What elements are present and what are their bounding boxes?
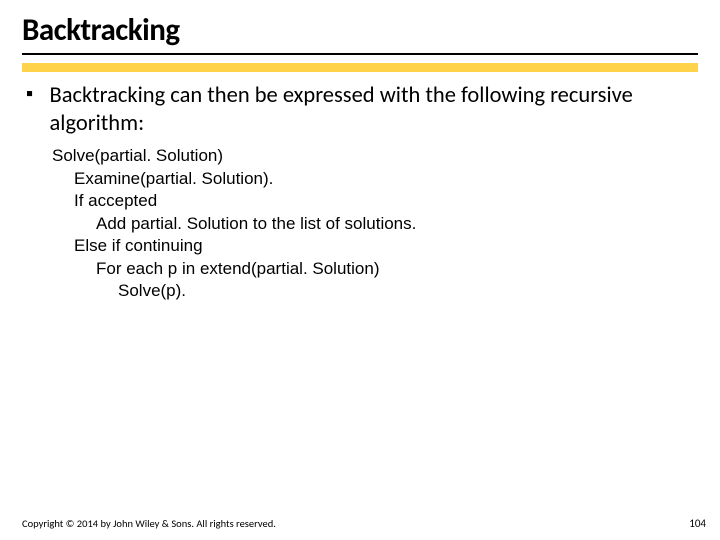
code-line: For each p in extend(partial. Solution): [52, 258, 698, 280]
bullet-square-icon: ▪: [26, 82, 36, 106]
code-line: Add partial. Solution to the list of sol…: [52, 213, 698, 235]
bullet-item: ▪ Backtracking can then be expressed wit…: [22, 82, 698, 137]
code-line: Solve(partial. Solution): [52, 145, 698, 167]
bullet-text: Backtracking can then be expressed with …: [50, 82, 699, 137]
title-underline: [22, 53, 698, 63]
slide-title: Backtracking: [22, 14, 698, 47]
code-line: Solve(p).: [52, 280, 698, 302]
slide: Backtracking ▪ Backtracking can then be …: [0, 0, 720, 540]
pseudocode-block: Solve(partial. Solution) Examine(partial…: [52, 145, 698, 302]
copyright-text: Copyright © 2014 by John Wiley & Sons. A…: [22, 517, 276, 530]
slide-body: ▪ Backtracking can then be expressed wit…: [22, 72, 698, 302]
page-number: 104: [689, 517, 706, 530]
code-line: If accepted: [52, 190, 698, 212]
code-line: Else if continuing: [52, 235, 698, 257]
footer: Copyright © 2014 by John Wiley & Sons. A…: [22, 517, 706, 530]
code-line: Examine(partial. Solution).: [52, 168, 698, 190]
accent-bar: [22, 63, 698, 72]
